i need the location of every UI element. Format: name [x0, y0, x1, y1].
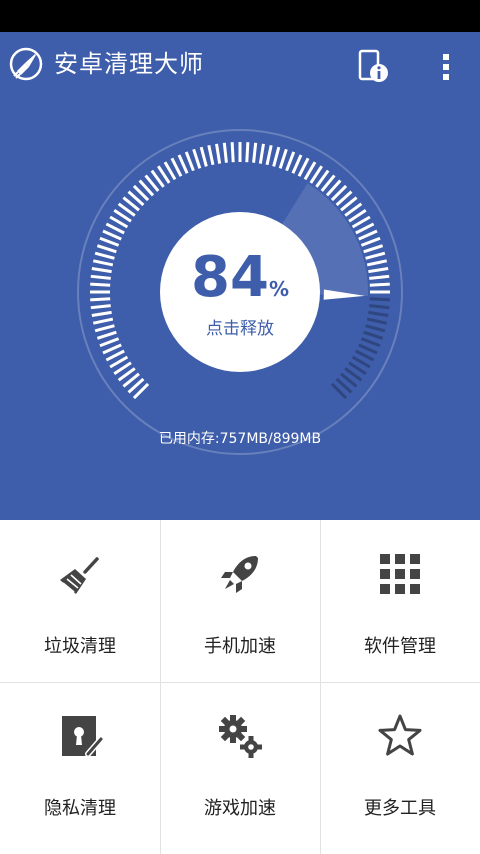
gauge-tick-used: [369, 282, 390, 287]
tool-game-boost[interactable]: 游戏加速: [160, 682, 320, 844]
tool-label: 垃圾清理: [44, 636, 116, 657]
star-icon: [378, 714, 422, 756]
gauge-tick-used: [222, 142, 228, 163]
gauge-tick-used: [91, 310, 112, 317]
gauge-tick-used: [365, 251, 386, 260]
broom-icon: [60, 557, 99, 594]
memory-hero-panel: 安卓清理大师 84% 点击释放 已用内存:757MB/899MB: [0, 32, 480, 520]
gauge-tick-used: [92, 259, 114, 267]
gauge-tick-used: [369, 274, 390, 280]
gauge-tick-used: [199, 146, 208, 167]
gauge-tick-used: [102, 343, 122, 355]
gauge-tick-free: [368, 310, 389, 317]
gauge-tick-used: [90, 297, 111, 302]
gauge-tick-used: [102, 229, 122, 241]
gauge-tick-used: [285, 151, 296, 172]
release-memory-button[interactable]: 84% 点击释放: [160, 212, 320, 372]
gauge-tick-used: [177, 154, 189, 174]
gauge-tick-used: [96, 330, 117, 340]
gauge-tick-used: [245, 142, 250, 163]
gauge-tick-used: [91, 267, 112, 274]
gauge-tick-used: [363, 244, 384, 254]
gauge-tick-used: [90, 304, 111, 310]
tool-junk-clean[interactable]: 垃圾清理: [0, 520, 160, 682]
gauge-tick-used: [99, 236, 120, 247]
gauge-tick-used: [94, 324, 115, 333]
gauge-tick-used: [252, 142, 258, 163]
memory-percent: 84%: [160, 248, 320, 308]
status-bar: [0, 0, 480, 32]
gauge-tick-used: [278, 148, 288, 169]
gauge-tick-free: [358, 343, 378, 355]
gauge-tick-free: [369, 297, 390, 302]
gauge-tick-used: [215, 143, 222, 164]
memory-percent-unit: %: [268, 277, 289, 301]
gears-icon: [219, 715, 262, 758]
gauge-tick-used: [92, 317, 114, 325]
rocket-icon: [221, 556, 258, 593]
tools-grid: 垃圾清理 手机加速 软件管理 隐私清理 游戏加速 更多工具: [0, 520, 480, 854]
memory-percent-value: 84: [191, 245, 269, 310]
grid-apps-icon: [380, 554, 420, 594]
gauge-tick-used: [368, 267, 389, 274]
gauge-tick-used: [258, 143, 265, 164]
gauge-tick-free: [369, 304, 390, 310]
gauge-tick-used: [360, 236, 381, 247]
tool-label: 软件管理: [364, 636, 436, 657]
gauge-tick-used: [366, 259, 388, 267]
gauge-tick-free: [365, 324, 386, 333]
gauge-tick-used: [272, 146, 281, 167]
memory-usage-text: 已用内存:757MB/899MB: [158, 431, 322, 447]
gauge-tick-free: [366, 317, 388, 325]
gauge-tick-free: [363, 330, 384, 340]
tool-phone-boost[interactable]: 手机加速: [160, 520, 320, 682]
tool-privacy-clean[interactable]: 隐私清理: [0, 682, 160, 844]
gauge-tick-used: [230, 142, 235, 163]
tool-label: 隐私清理: [44, 798, 116, 819]
gauge-tick-used: [184, 151, 195, 172]
release-label: 点击释放: [206, 319, 274, 339]
gauge-tick-used: [291, 154, 303, 174]
tool-label: 手机加速: [204, 636, 276, 657]
tool-app-manager[interactable]: 软件管理: [320, 520, 480, 682]
gauge-tick-used: [96, 244, 117, 254]
gauge-tick-used: [207, 144, 215, 166]
gauge-tick-used: [90, 274, 111, 280]
gauge-tick-used: [94, 251, 115, 260]
tool-label: 更多工具: [364, 798, 436, 819]
gauge-tick-used: [99, 337, 120, 348]
privacy-lock-icon: [62, 716, 104, 757]
gauge-tick-used: [90, 282, 111, 287]
gauge-tick-used: [358, 229, 378, 241]
tool-more-tools[interactable]: 更多工具: [320, 682, 480, 844]
tool-label: 游戏加速: [204, 798, 276, 819]
gauge-tick-used: [192, 148, 202, 169]
gauge-tick-used: [265, 144, 273, 166]
gauge-tick-free: [360, 337, 381, 348]
